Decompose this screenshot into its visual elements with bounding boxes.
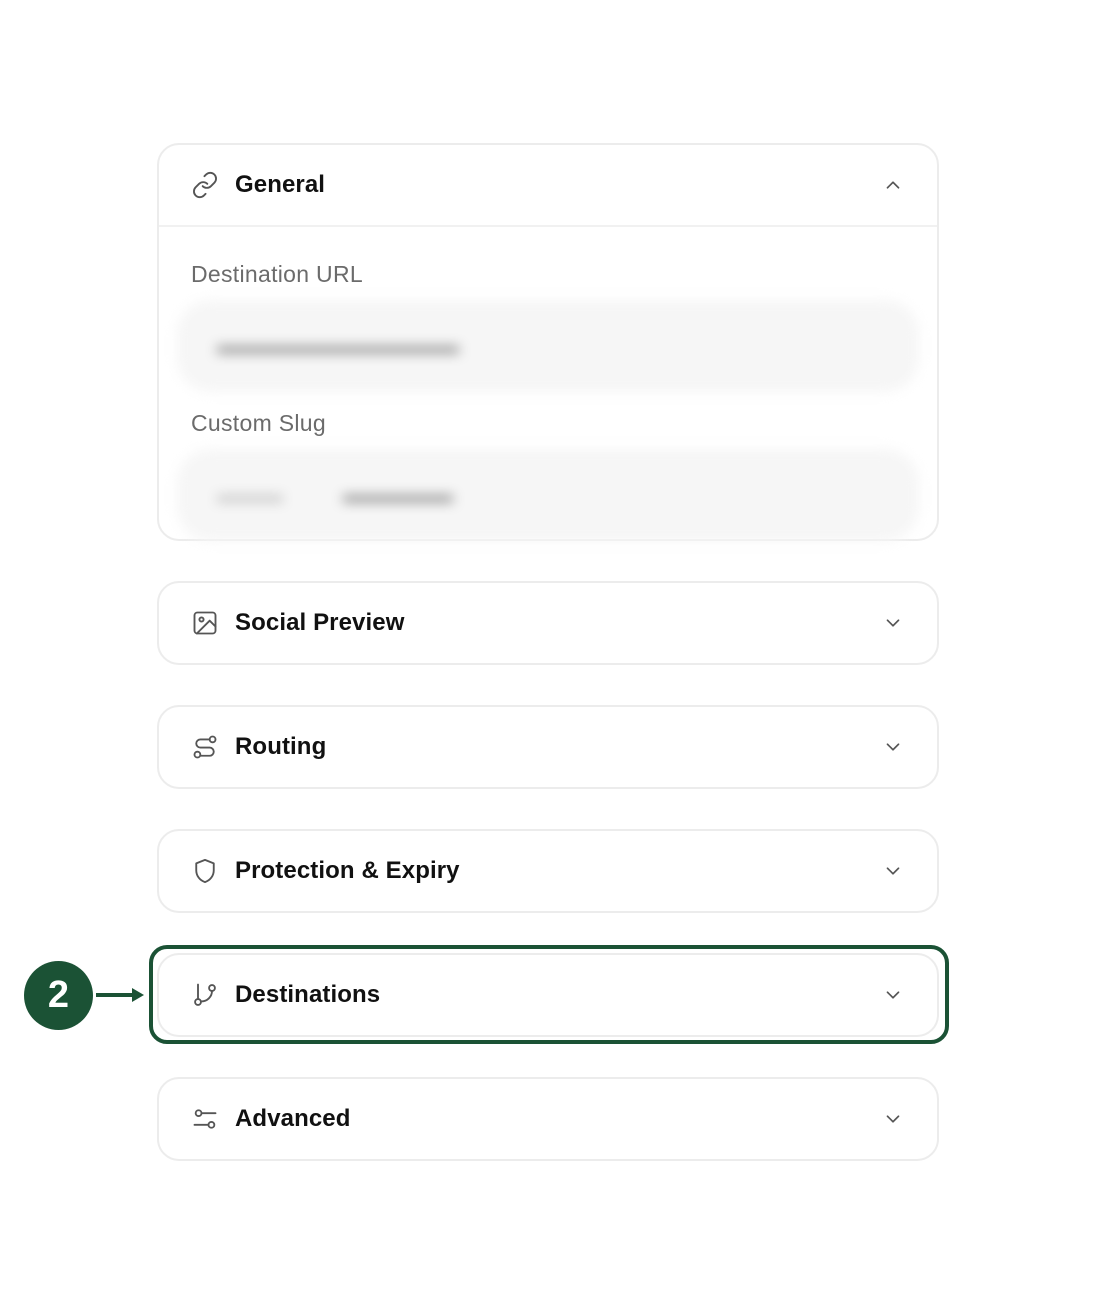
custom-slug-input[interactable]: ▬▬▬ ▬▬▬▬▬ (177, 449, 919, 541)
custom-slug-value-redacted: ▬▬▬▬▬ (343, 482, 453, 507)
route-icon (191, 733, 219, 761)
routing-section-header[interactable]: Routing (159, 707, 937, 787)
image-icon (191, 609, 219, 637)
link-icon (191, 171, 219, 199)
advanced-section-header[interactable]: Advanced (159, 1079, 937, 1159)
chevron-down-icon[interactable] (881, 859, 905, 883)
sliders-icon (191, 1105, 219, 1133)
advanced-section-title: Advanced (235, 1105, 351, 1132)
destinations-section-title: Destinations (235, 981, 381, 1008)
routing-section-title: Routing (235, 733, 327, 760)
general-section-header[interactable]: General (159, 145, 937, 225)
chevron-down-icon[interactable] (881, 611, 905, 635)
chevron-down-icon[interactable] (881, 983, 905, 1007)
destination-url-input[interactable]: ▬▬▬▬▬▬▬▬▬▬▬ (177, 300, 919, 392)
git-branch-icon (191, 981, 219, 1009)
destination-url-value-redacted: ▬▬▬▬▬▬▬▬▬▬▬ (217, 333, 459, 358)
social-preview-section: Social Preview (157, 581, 939, 665)
general-section: General Destination URL ▬▬▬▬▬▬▬▬▬▬▬ Cust… (157, 143, 939, 541)
custom-slug-label: Custom Slug (191, 410, 326, 436)
protection-section: Protection & Expiry (157, 829, 939, 913)
protection-section-title: Protection & Expiry (235, 857, 460, 884)
social-preview-section-title: Social Preview (235, 609, 405, 636)
destinations-section-header[interactable]: Destinations (159, 955, 937, 1035)
protection-section-header[interactable]: Protection & Expiry (159, 831, 937, 911)
advanced-section: Advanced (157, 1077, 939, 1161)
step-number-badge: 2 (24, 961, 93, 1030)
custom-slug-prefix-redacted: ▬▬▬ (217, 482, 283, 507)
chevron-down-icon[interactable] (881, 735, 905, 759)
chevron-down-icon[interactable] (881, 1107, 905, 1131)
shield-icon (191, 857, 219, 885)
general-section-title: General (235, 171, 326, 198)
pointer-arrow-icon (96, 988, 144, 1002)
routing-section: Routing (157, 705, 939, 789)
destination-url-label: Destination URL (191, 261, 363, 287)
destinations-section: Destinations (157, 953, 939, 1037)
chevron-up-icon[interactable] (881, 173, 905, 197)
general-section-body: Destination URL ▬▬▬▬▬▬▬▬▬▬▬ Custom Slug … (159, 227, 937, 579)
social-preview-section-header[interactable]: Social Preview (159, 583, 937, 663)
